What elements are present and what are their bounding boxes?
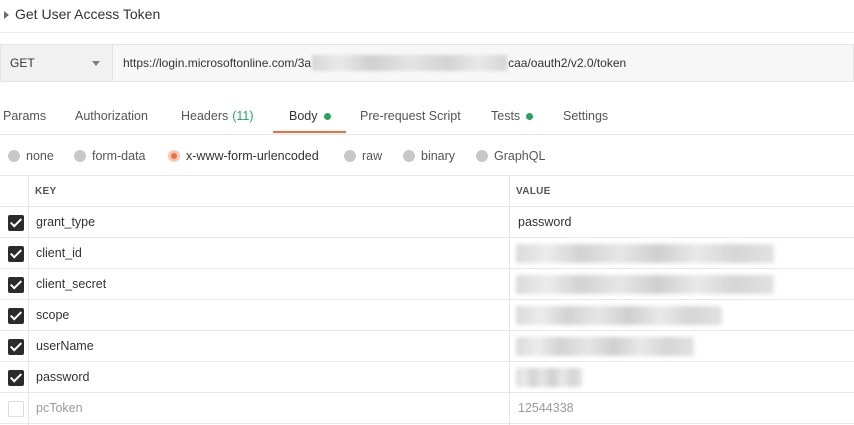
radio-label: form-data [92,149,146,163]
status-dot-icon [323,112,331,120]
tab-tests[interactable]: Tests [491,98,534,134]
headers-count-badge: (11) [232,109,254,123]
row-enabled-checkbox[interactable] [8,308,24,324]
chevron-down-icon [92,61,100,66]
radio-label: raw [362,149,383,163]
url-suffix: caa/oauth2/v2.0/token [508,56,627,70]
expand-caret-icon[interactable] [4,10,9,19]
active-tab-indicator [273,131,346,133]
radio-binary[interactable]: binary [403,145,455,167]
tab-label: Settings [563,109,609,123]
table-row: client_id [0,238,854,269]
row-key[interactable]: pcToken [36,401,83,415]
table-row: userName [0,331,854,362]
url-redacted-segment [312,55,508,71]
row-enabled-checkbox[interactable] [8,215,24,231]
row-key[interactable]: client_id [36,246,82,260]
request-title: Get User Access Token [15,5,161,22]
column-header-value: VALUE [516,186,551,197]
table-header: KEY VALUE [0,175,854,207]
radio-form-data[interactable]: form-data [74,145,146,167]
column-divider[interactable] [509,175,510,425]
radio-none[interactable]: none [8,145,54,167]
body-type-selector: none form-data x-www-form-urlencoded raw… [0,145,854,167]
row-key[interactable]: scope [36,308,69,322]
radio-label: binary [421,149,456,163]
url-bar: GET https://login.microsoftonline.com/3a… [0,44,854,82]
row-key[interactable]: userName [36,339,94,353]
row-value-redacted[interactable] [516,337,694,356]
row-key[interactable]: grant_type [36,215,95,229]
column-header-key: KEY [35,186,57,197]
row-key[interactable]: password [36,370,90,384]
row-enabled-checkbox[interactable] [8,246,24,262]
radio-icon [8,150,20,162]
tab-label: Params [3,109,47,123]
request-title-bar[interactable]: Get User Access Token [0,0,854,33]
row-value-redacted[interactable] [516,306,722,325]
table-row: client_secret [0,269,854,300]
row-enabled-checkbox[interactable] [8,370,24,386]
tab-authorization[interactable]: Authorization [75,98,148,134]
tab-label: Body [289,109,318,123]
table-row: pcToken 12544338 [0,393,854,424]
params-table: KEY VALUE grant_type password client_id … [0,175,854,424]
radio-raw[interactable]: raw [344,145,382,167]
tab-settings[interactable]: Settings [563,98,608,134]
request-tabs: Params Authorization Headers (11) Body P… [0,98,854,135]
radio-icon [74,150,86,162]
row-enabled-checkbox[interactable] [8,277,24,293]
row-value[interactable]: password [518,215,572,229]
tab-label: Pre-request Script [360,109,461,123]
radio-x-www-form-urlencoded[interactable]: x-www-form-urlencoded [168,145,319,167]
tab-label: Headers [181,109,229,123]
radio-icon [344,150,356,162]
table-row: password [0,362,854,393]
status-dot-icon [526,112,534,120]
row-enabled-checkbox[interactable] [8,339,24,355]
method-select[interactable]: GET [0,44,113,82]
radio-label: none [26,149,54,163]
tab-body[interactable]: Body [289,98,331,134]
row-value-redacted[interactable] [516,368,582,387]
tab-pre-request-script[interactable]: Pre-request Script [360,98,461,134]
row-value-redacted[interactable] [516,275,774,294]
row-value-redacted[interactable] [516,244,774,263]
row-enabled-checkbox[interactable] [8,401,24,417]
tab-params[interactable]: Params [3,98,46,134]
radio-label: GraphQL [494,149,546,163]
url-input[interactable]: https://login.microsoftonline.com/3a caa… [113,44,854,82]
radio-icon [476,150,488,162]
table-row: scope [0,300,854,331]
radio-icon [403,150,415,162]
column-divider [28,175,29,425]
tab-headers[interactable]: Headers (11) [181,98,254,134]
url-prefix: https://login.microsoftonline.com/3a [123,56,312,70]
method-label: GET [10,56,35,70]
radio-selected-icon [168,150,180,162]
table-row: grant_type password [0,207,854,238]
tab-label: Tests [491,109,521,123]
radio-label: x-www-form-urlencoded [186,149,319,163]
radio-graphql[interactable]: GraphQL [476,145,545,167]
row-value[interactable]: 12544338 [518,401,574,415]
row-key[interactable]: client_secret [36,277,106,291]
tab-label: Authorization [75,109,148,123]
